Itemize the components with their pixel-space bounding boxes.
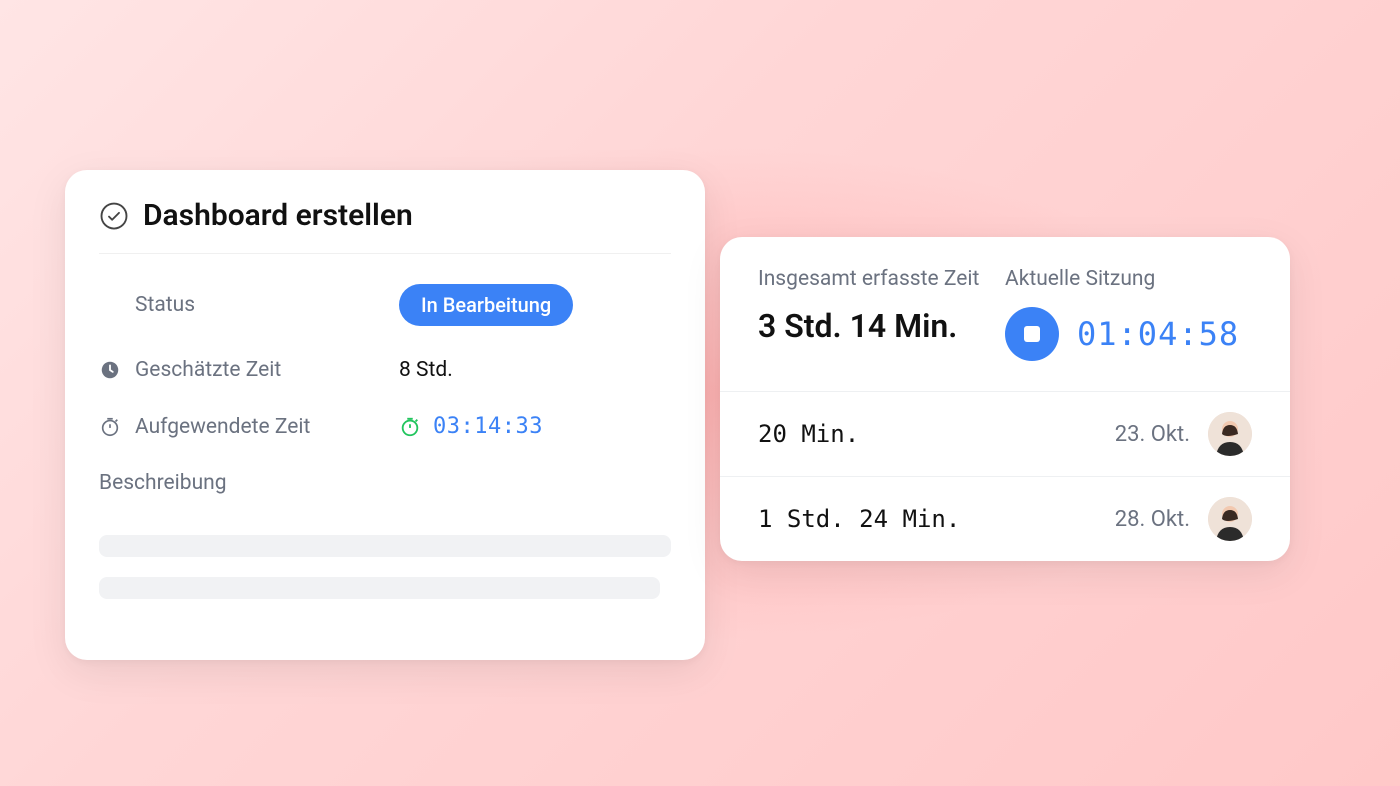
check-circle-icon[interactable] <box>99 201 129 231</box>
clock-icon <box>99 359 121 381</box>
estimated-label: Geschätzte Zeit <box>135 358 281 382</box>
description-placeholder-line <box>99 535 671 557</box>
spent-label: Aufgewendete Zeit <box>135 415 310 439</box>
stop-timer-button[interactable] <box>1005 307 1059 361</box>
stopwatch-icon <box>99 416 121 438</box>
total-time-value: 3 Std. 14 Min. <box>758 307 1005 345</box>
estimated-row: Geschätzte Zeit 8 Std. <box>99 358 671 382</box>
status-label: Status <box>135 293 195 317</box>
entry-date: 23. Okt. <box>1115 422 1190 447</box>
avatar <box>1208 412 1252 456</box>
task-title: Dashboard erstellen <box>143 198 413 233</box>
avatar <box>1208 497 1252 541</box>
description-placeholder-line <box>99 577 660 599</box>
entry-date: 28. Okt. <box>1115 507 1190 532</box>
stop-icon <box>1024 326 1040 342</box>
time-entry-row[interactable]: 20 Min. 23. Okt. <box>720 391 1290 476</box>
total-time-label: Insgesamt erfasste Zeit <box>758 267 1005 291</box>
entry-duration: 1 Std. 24 Min. <box>758 505 1097 533</box>
spent-value-wrap[interactable]: 03:14:33 <box>399 414 543 439</box>
status-row: Status In Bearbeitung <box>99 284 671 326</box>
description-label: Beschreibung <box>99 471 671 495</box>
time-entry-row[interactable]: 1 Std. 24 Min. 28. Okt. <box>720 476 1290 561</box>
stopwatch-green-icon <box>399 416 421 438</box>
spent-value: 03:14:33 <box>433 414 543 439</box>
current-session-col: Aktuelle Sitzung 01:04:58 <box>1005 267 1252 361</box>
time-tracking-card: Insgesamt erfasste Zeit 3 Std. 14 Min. A… <box>720 237 1290 561</box>
estimated-value: 8 Std. <box>399 358 453 382</box>
session-time-value: 01:04:58 <box>1077 315 1239 353</box>
task-detail-card: Dashboard erstellen Status In Bearbeitun… <box>65 170 705 660</box>
task-title-row: Dashboard erstellen <box>99 198 671 254</box>
spent-row: Aufgewendete Zeit 03:14:33 <box>99 414 671 439</box>
entry-duration: 20 Min. <box>758 420 1097 448</box>
total-time-col: Insgesamt erfasste Zeit 3 Std. 14 Min. <box>758 267 1005 361</box>
status-badge[interactable]: In Bearbeitung <box>399 284 573 326</box>
session-label: Aktuelle Sitzung <box>1005 267 1252 291</box>
